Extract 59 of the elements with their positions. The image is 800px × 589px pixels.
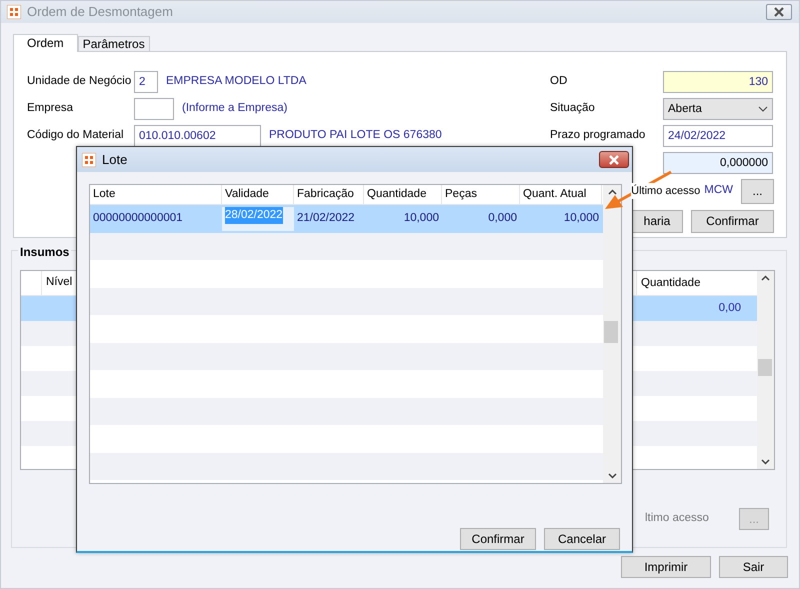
close-button[interactable] — [766, 4, 792, 20]
window-title: Ordem de Desmontagem — [27, 3, 173, 22]
scrollbar-thumb[interactable] — [604, 321, 618, 343]
scrollbar-thumb[interactable] — [758, 359, 772, 376]
field-description: (Informe a Empresa) — [182, 100, 288, 116]
field-label: OD — [550, 74, 568, 89]
column-header: Quantidade — [364, 185, 442, 204]
close-icon — [608, 154, 620, 164]
table-cell-text: 00000000000001 — [92, 211, 184, 226]
field-description: PRODUTO PAI LOTE OS 676380 — [269, 128, 442, 143]
table-cell-text: 10,000 — [402, 211, 440, 226]
column-header: Quant. Atual — [520, 185, 602, 204]
scrollbar[interactable] — [757, 271, 774, 469]
table-row[interactable]: 00000000000001 28/02/2022 21/02/2022 10,000 0,000 10,000 — [90, 205, 603, 232]
footer-button[interactable]: Imprimir — [621, 556, 711, 578]
field-label: Prazo programado — [550, 128, 646, 143]
input-field[interactable]: 0,000000 — [663, 152, 773, 174]
chevron-down-icon — [761, 459, 770, 465]
field-description: EMPRESA MODELO LTDA — [166, 74, 306, 89]
table-cell-text: 10,000 — [562, 211, 600, 226]
close-icon — [773, 7, 785, 17]
table-cell-text: 0,00 — [718, 300, 742, 316]
input-field[interactable]: 130 — [663, 70, 773, 92]
app-logo-icon — [7, 5, 21, 19]
chevron-down-icon — [758, 106, 768, 112]
tab[interactable]: Ordem — [13, 34, 78, 52]
dialog-title: Lote — [102, 150, 128, 169]
field-label: Último acesso — [631, 182, 700, 200]
column-header: Peças — [442, 185, 520, 204]
more-button[interactable]: ... — [741, 178, 774, 204]
select-field[interactable]: Aberta — [663, 98, 773, 120]
column-header: Lote — [90, 185, 222, 204]
input-field[interactable]: 2 — [134, 70, 158, 92]
chevron-up-icon — [761, 275, 770, 281]
field-label: Situação — [550, 100, 596, 116]
dialog-button[interactable]: Cancelar — [544, 528, 620, 550]
tab[interactable]: Parâmetros — [78, 36, 150, 51]
user-code: MCW — [704, 183, 733, 198]
input-field[interactable] — [134, 98, 174, 120]
column-header: Validade — [222, 185, 294, 204]
app-logo-icon — [82, 152, 96, 166]
field-label: Empresa — [27, 100, 74, 116]
chevron-down-icon — [608, 473, 616, 479]
table-cell-text: 21/02/2022 — [296, 211, 356, 226]
panel-button[interactable]: haria — [631, 210, 683, 232]
chevron-up-icon — [608, 189, 616, 195]
close-button[interactable] — [599, 151, 629, 168]
field-label: ltimo acesso — [645, 511, 709, 526]
field-label: Unidade de Negócio — [27, 74, 132, 89]
dialog-button[interactable]: Confirmar — [460, 528, 536, 550]
column-header: Fabricação — [294, 185, 364, 204]
panel-button[interactable]: Confirmar — [691, 210, 774, 232]
footer-button[interactable]: Sair — [719, 556, 788, 578]
table-cell-text: 0,000 — [487, 211, 518, 226]
field-label: Código do Material — [27, 128, 125, 143]
input-field[interactable]: 010.010.00602 — [134, 124, 261, 146]
column-header: Nível — [45, 275, 72, 290]
scrollbar[interactable] — [603, 185, 621, 483]
input-field[interactable]: 24/02/2022 — [663, 124, 773, 146]
